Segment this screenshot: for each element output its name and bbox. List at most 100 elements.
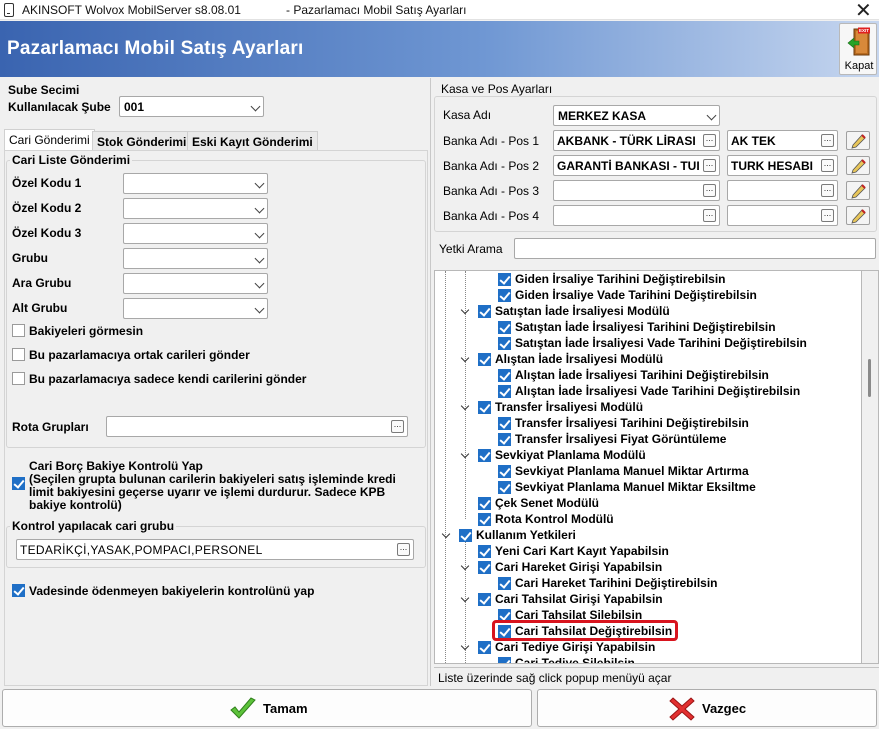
tree-checkbox[interactable] bbox=[498, 273, 511, 286]
ellipsis-icon[interactable]: ... bbox=[703, 134, 716, 147]
exit-button[interactable]: EXIT Kapat bbox=[839, 23, 877, 75]
chevron-down-icon[interactable] bbox=[460, 305, 470, 315]
ellipsis-icon[interactable]: ... bbox=[397, 543, 410, 556]
bakiye-gormesin-checkbox[interactable] bbox=[12, 324, 25, 337]
tree-checkbox[interactable] bbox=[498, 657, 511, 663]
tree-row[interactable]: Çek Senet Modülü bbox=[435, 496, 861, 512]
tree-row[interactable]: Yeni Cari Kart Kayıt Yapabilsin bbox=[435, 544, 861, 560]
borc-kontrol-checkbox[interactable] bbox=[12, 477, 25, 490]
tree-row[interactable]: Sevkiyat Planlama Manuel Miktar Eksiltme bbox=[435, 480, 861, 496]
tree-checkbox[interactable] bbox=[478, 561, 491, 574]
tree-row[interactable]: Kullanım Yetkileri bbox=[435, 528, 861, 544]
ara-grubu-select[interactable] bbox=[123, 273, 268, 294]
chevron-down-icon[interactable] bbox=[460, 353, 470, 363]
ellipsis-icon[interactable]: ... bbox=[703, 184, 716, 197]
tree-checkbox[interactable] bbox=[478, 513, 491, 526]
tree-row[interactable]: Giden İrsaliye Vade Tarihini Değiştirebi… bbox=[435, 288, 861, 304]
pos1-edit-button[interactable] bbox=[846, 131, 870, 150]
pos3-edit-button[interactable] bbox=[846, 181, 870, 200]
scrollbar-thumb[interactable] bbox=[868, 359, 871, 397]
kendi-cari-checkbox[interactable] bbox=[12, 372, 25, 385]
yetki-search-input[interactable] bbox=[514, 238, 876, 259]
ellipsis-icon[interactable]: ... bbox=[821, 159, 834, 172]
tree-row[interactable]: Sevkiyat Planlama Modülü bbox=[435, 448, 861, 464]
tree-checkbox[interactable] bbox=[498, 385, 511, 398]
tree-row[interactable]: Cari Hareket Tarihini Değiştirebilsin bbox=[435, 576, 861, 592]
tree-row[interactable]: Satıştan İade İrsaliyesi Modülü bbox=[435, 304, 861, 320]
tree-checkbox[interactable] bbox=[478, 497, 491, 510]
grubu-select[interactable] bbox=[123, 248, 268, 269]
cancel-button[interactable]: Vazgec bbox=[537, 689, 877, 727]
ozel-kodu-2-select[interactable] bbox=[123, 198, 268, 219]
tree-row[interactable]: Cari Tahsilat Girişi Yapabilsin bbox=[435, 592, 861, 608]
tree-row[interactable]: Alıştan İade İrsaliyesi Vade Tarihini De… bbox=[435, 384, 861, 400]
tree-checkbox[interactable] bbox=[498, 321, 511, 334]
tab-stok[interactable]: Stok Gönderimi bbox=[92, 131, 192, 150]
tree-row[interactable]: Cari Tediye Silebilsin bbox=[435, 656, 861, 663]
ellipsis-icon[interactable]: ... bbox=[821, 209, 834, 222]
vade-checkbox[interactable] bbox=[12, 584, 25, 597]
permission-tree[interactable]: Giden İrsaliye Tarihini Değiştirebilsin … bbox=[434, 270, 862, 664]
tree-row[interactable]: Giden İrsaliye Tarihini Değiştirebilsin bbox=[435, 272, 861, 288]
tree-row[interactable]: Cari Hareket Girişi Yapabilsin bbox=[435, 560, 861, 576]
tree-checkbox[interactable] bbox=[498, 481, 511, 494]
pos4-bank-input[interactable]: ... bbox=[553, 205, 720, 226]
tree-row[interactable]: Transfer İrsaliyesi Tarihini Değiştirebi… bbox=[435, 416, 861, 432]
kasa-select[interactable]: MERKEZ KASA bbox=[553, 105, 720, 126]
tree-checkbox[interactable] bbox=[478, 545, 491, 558]
pos2-account-input[interactable]: TURK HESABI ... bbox=[727, 155, 838, 176]
pos3-bank-input[interactable]: ... bbox=[553, 180, 720, 201]
tree-checkbox[interactable] bbox=[459, 529, 472, 542]
ellipsis-icon[interactable]: ... bbox=[703, 159, 716, 172]
tree-row[interactable]: Alıştan İade İrsaliyesi Tarihini Değişti… bbox=[435, 368, 861, 384]
tree-row[interactable]: Rota Kontrol Modülü bbox=[435, 512, 861, 528]
chevron-down-icon[interactable] bbox=[441, 529, 451, 539]
branch-select[interactable]: 001 bbox=[119, 96, 264, 117]
chevron-down-icon[interactable] bbox=[460, 401, 470, 411]
pos1-account-input[interactable]: AK TEK ... bbox=[727, 130, 838, 151]
ellipsis-icon[interactable]: ... bbox=[821, 184, 834, 197]
tree-row[interactable]: Alıştan İade İrsaliyesi Modülü bbox=[435, 352, 861, 368]
tree-checkbox[interactable] bbox=[478, 353, 491, 366]
tree-row[interactable]: Transfer İrsaliyesi Fiyat Görüntüleme bbox=[435, 432, 861, 448]
tree-checkbox[interactable] bbox=[498, 465, 511, 478]
ortak-cari-checkbox[interactable] bbox=[12, 348, 25, 361]
tree-checkbox[interactable] bbox=[498, 417, 511, 430]
ok-button[interactable]: Tamam bbox=[2, 689, 532, 727]
chevron-down-icon[interactable] bbox=[460, 593, 470, 603]
tab-eski-kayit[interactable]: Eski Kayıt Gönderimi bbox=[187, 131, 318, 150]
tree-row[interactable]: Cari Tediye Girişi Yapabilsin bbox=[435, 640, 861, 656]
pos4-account-input[interactable]: ... bbox=[727, 205, 838, 226]
tree-checkbox[interactable] bbox=[478, 401, 491, 414]
tree-row[interactable]: Transfer İrsaliyesi Modülü bbox=[435, 400, 861, 416]
tree-checkbox[interactable] bbox=[498, 577, 511, 590]
tree-checkbox[interactable] bbox=[478, 305, 491, 318]
pos1-bank-input[interactable]: AKBANK - TÜRK LİRASI ... bbox=[553, 130, 720, 151]
rota-input[interactable]: ... bbox=[106, 416, 408, 437]
chevron-down-icon[interactable] bbox=[460, 561, 470, 571]
kontrol-input[interactable]: TEDARİKÇİ,YASAK,POMPACI,PERSONEL ... bbox=[16, 539, 414, 560]
chevron-down-icon[interactable] bbox=[460, 641, 470, 651]
tree-checkbox[interactable] bbox=[498, 337, 511, 350]
chevron-down-icon[interactable] bbox=[460, 449, 470, 459]
pos2-bank-input[interactable]: GARANTİ BANKASI - TUI ... bbox=[553, 155, 720, 176]
tree-row[interactable]: Satıştan İade İrsaliyesi Vade Tarihini D… bbox=[435, 336, 861, 352]
tree-checkbox[interactable] bbox=[478, 449, 491, 462]
tree-checkbox[interactable] bbox=[478, 593, 491, 606]
ellipsis-icon[interactable]: ... bbox=[391, 420, 404, 433]
ellipsis-icon[interactable]: ... bbox=[703, 209, 716, 222]
tree-scrollbar[interactable] bbox=[862, 270, 879, 664]
pos2-edit-button[interactable] bbox=[846, 156, 870, 175]
pos4-edit-button[interactable] bbox=[846, 206, 870, 225]
tree-row[interactable]: Satıştan İade İrsaliyesi Tarihini Değişt… bbox=[435, 320, 861, 336]
tree-checkbox[interactable] bbox=[498, 289, 511, 302]
tree-checkbox[interactable] bbox=[478, 641, 491, 654]
alt-grubu-select[interactable] bbox=[123, 298, 268, 319]
ellipsis-icon[interactable]: ... bbox=[821, 134, 834, 147]
tree-checkbox[interactable] bbox=[498, 369, 511, 382]
tab-cari[interactable]: Cari Gönderimi bbox=[4, 129, 95, 150]
close-icon[interactable]: ✕ bbox=[855, 0, 872, 23]
ozel-kodu-3-select[interactable] bbox=[123, 223, 268, 244]
ozel-kodu-1-select[interactable] bbox=[123, 173, 268, 194]
pos3-account-input[interactable]: ... bbox=[727, 180, 838, 201]
